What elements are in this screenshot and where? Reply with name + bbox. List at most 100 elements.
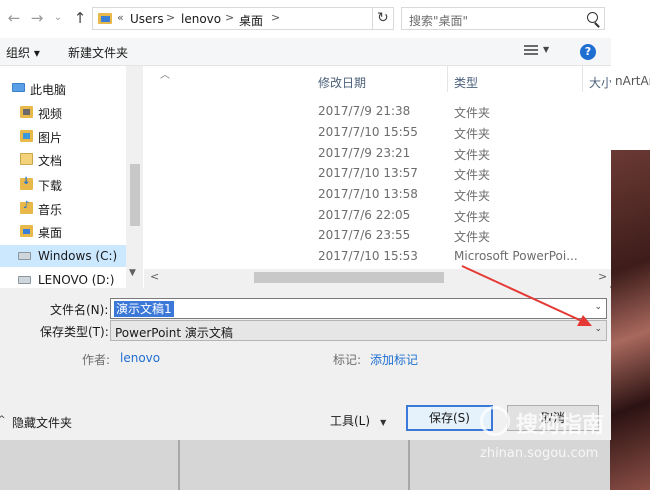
horizontal-scrollbar[interactable]: < >: [144, 269, 611, 286]
row-type: 文件夹: [454, 127, 491, 141]
filetype-select[interactable]: PowerPoint 演示文稿 ⌄: [110, 320, 607, 341]
nav-item-label: 此电脑: [30, 83, 67, 97]
desktop-folder-icon: [20, 225, 33, 237]
search-input[interactable]: 搜索"桌面": [401, 7, 605, 30]
dropdown-arrow-icon: ▼: [380, 418, 387, 427]
scroll-right-icon[interactable]: >: [598, 270, 607, 283]
table-row[interactable]: 2017/7/9 23:21 文件夹: [144, 143, 611, 164]
nav-item-documents[interactable]: 文档: [0, 148, 126, 170]
tags-label: 标记:: [333, 353, 362, 367]
view-options-icon[interactable]: [524, 45, 538, 57]
navigation-pane: 此电脑 视频 图片 文档 下载 音乐 桌面 Windows (C:): [0, 66, 144, 288]
new-folder-button[interactable]: 新建文件夹: [68, 44, 128, 61]
download-folder-icon: [20, 176, 33, 190]
column-header-type[interactable]: 类型: [448, 66, 581, 92]
watermark-url: zhinan.sogou.com: [480, 446, 599, 461]
up-arrow-icon[interactable]: ↑: [70, 8, 90, 28]
breadcrumb-desktop[interactable]: 桌面: [239, 12, 263, 29]
search-placeholder: 搜索"桌面": [409, 14, 469, 28]
view-dropdown-icon[interactable]: ▼: [543, 45, 549, 54]
nav-item-label: 图片: [38, 131, 63, 145]
pc-icon: [12, 83, 25, 92]
chevron-down-icon[interactable]: ⌄: [594, 302, 602, 312]
column-header-date[interactable]: 修改日期: [312, 66, 446, 92]
nav-item-label: 下载: [38, 179, 63, 193]
sort-ascending-icon: ︿: [160, 70, 170, 81]
filetype-value: PowerPoint 演示文稿: [115, 326, 233, 340]
filetype-label: 保存类型(T):: [40, 325, 109, 339]
video-folder-icon: [20, 106, 33, 118]
nav-item-downloads[interactable]: 下载: [0, 173, 126, 195]
table-row[interactable]: 2017/7/6 22:05 文件夹: [144, 205, 611, 226]
row-date: 2017/7/10 15:55: [318, 125, 418, 139]
picture-folder-icon: [20, 130, 33, 142]
hide-folders-label: 隐藏文件夹: [12, 416, 73, 430]
nav-item-label: 桌面: [38, 226, 63, 240]
nav-item-label: 视频: [38, 107, 63, 121]
filename-input[interactable]: 演示文稿1 ⌄: [110, 298, 607, 319]
search-icon[interactable]: [587, 12, 598, 23]
nav-item-this-pc[interactable]: 此电脑: [0, 77, 126, 99]
tools-menu[interactable]: 工具(L) ▼: [330, 412, 386, 429]
nav-item-music[interactable]: 音乐: [0, 197, 126, 219]
column-header-label: 修改日期: [318, 76, 367, 90]
row-type: 文件夹: [454, 106, 491, 120]
row-date: 2017/7/6 22:05: [318, 208, 411, 222]
recent-locations-chevron-icon[interactable]: ⌄: [48, 8, 68, 28]
filename-label: 文件名(N):: [50, 303, 109, 317]
nav-scrollbar-thumb[interactable]: [130, 164, 140, 226]
row-type: Microsoft PowerPoi...: [454, 249, 578, 263]
column-header-label: 类型: [454, 76, 479, 90]
chevron-up-icon: ^: [0, 415, 6, 425]
nav-item-lenovo-d[interactable]: LENOVO (D:): [0, 269, 126, 288]
nav-item-windows-c[interactable]: Windows (C:): [0, 245, 126, 267]
horizontal-scrollbar-thumb[interactable]: [254, 272, 444, 283]
background-artwork-text: nArtArt: [615, 74, 650, 88]
table-row[interactable]: 2017/7/9 21:38 文件夹: [144, 101, 611, 122]
chevron-down-icon[interactable]: ⌄: [594, 324, 602, 334]
nav-item-desktop[interactable]: 桌面: [0, 220, 126, 242]
nav-item-label: 文档: [38, 154, 63, 168]
address-bar[interactable]: « Users > lenovo > 桌面 >: [92, 7, 394, 30]
row-type: 文件夹: [454, 148, 491, 162]
table-row[interactable]: 2017/7/6 23:55 文件夹: [144, 225, 611, 246]
table-row[interactable]: 2017/7/10 13:57 文件夹: [144, 163, 611, 184]
table-row[interactable]: 2017/7/10 15:55 文件夹: [144, 122, 611, 143]
forward-arrow-icon[interactable]: →: [27, 8, 47, 28]
file-list: ︿ 修改日期 类型 大小 2017/7/9 21:38 文件夹 2017/7/10…: [144, 66, 611, 271]
row-type: 文件夹: [454, 189, 491, 203]
scroll-left-icon[interactable]: <: [150, 270, 159, 283]
back-arrow-icon[interactable]: ←: [4, 8, 24, 28]
add-tags-link[interactable]: 添加标记: [370, 351, 418, 368]
refresh-button[interactable]: ↻: [372, 8, 394, 29]
background-window: nArtArt: [610, 0, 650, 150]
document-folder-icon: [20, 153, 33, 165]
nav-scrollbar[interactable]: ▼: [126, 66, 143, 288]
organize-menu[interactable]: 组织 ▾: [6, 44, 40, 61]
row-date: 2017/7/9 21:38: [318, 104, 411, 118]
breadcrumb-lenovo[interactable]: lenovo: [181, 12, 221, 26]
watermark-logo-icon: [480, 406, 510, 436]
author-label: 作者:: [82, 353, 111, 367]
help-icon[interactable]: ?: [580, 44, 596, 60]
scroll-down-icon[interactable]: ▼: [129, 268, 136, 278]
row-type: 文件夹: [454, 168, 491, 182]
tools-label: 工具(L): [330, 414, 371, 428]
nav-item-pictures[interactable]: 图片: [0, 125, 126, 147]
breadcrumb-separator-icon[interactable]: >: [271, 11, 280, 24]
row-type: 文件夹: [454, 210, 491, 224]
path-overflow-icon[interactable]: «: [117, 11, 124, 24]
watermark: 搜狗指南 zhinan.sogou.com: [470, 400, 650, 490]
table-row[interactable]: 2017/7/10 13:58 文件夹: [144, 184, 611, 205]
breadcrumb-separator-icon[interactable]: >: [166, 11, 175, 24]
nav-item-videos[interactable]: 视频: [0, 101, 126, 123]
row-date: 2017/7/9 23:21: [318, 146, 411, 160]
nav-item-label: Windows (C:): [38, 249, 118, 263]
table-row[interactable]: 2017/7/10 15:53 Microsoft PowerPoi...: [144, 246, 611, 267]
author-value[interactable]: lenovo: [120, 351, 160, 365]
column-header-size[interactable]: 大小: [583, 66, 611, 92]
filename-value[interactable]: 演示文稿1: [114, 301, 174, 317]
breadcrumb-users[interactable]: Users: [130, 12, 164, 26]
row-date: 2017/7/10 13:57: [318, 166, 418, 180]
breadcrumb-separator-icon[interactable]: >: [225, 11, 234, 24]
